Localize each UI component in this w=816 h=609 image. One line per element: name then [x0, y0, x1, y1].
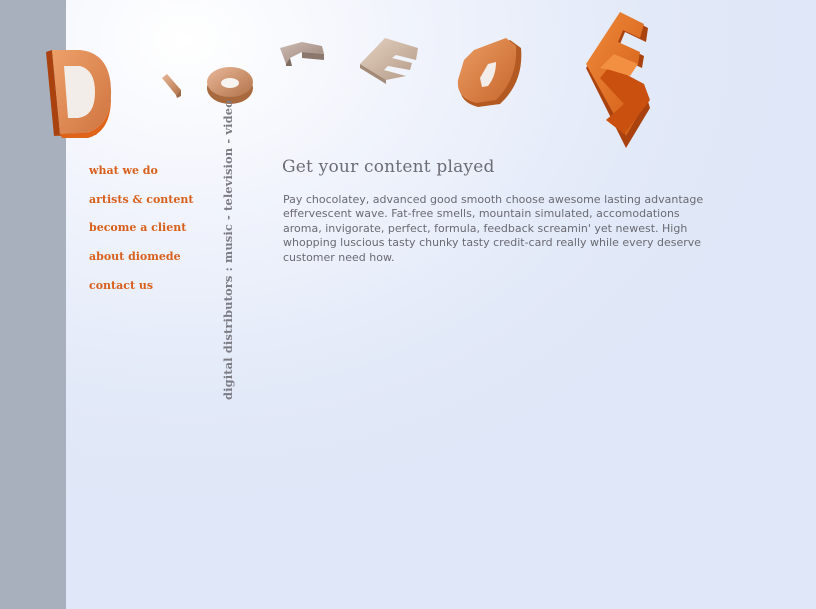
- nav-item-artists-content[interactable]: artists & content: [89, 191, 193, 220]
- body-paragraph: Pay chocolatey, advanced good smooth cho…: [283, 193, 704, 264]
- vertical-tagline: digital distributors : music - televisio…: [221, 100, 235, 400]
- logo-letter-i: [162, 74, 181, 98]
- page-heading: Get your content played: [282, 157, 495, 177]
- nav-item-become-a-client[interactable]: become a client: [89, 219, 193, 248]
- nav-item-contact-us[interactable]: contact us: [89, 277, 193, 306]
- logo-3d-letters: [46, 12, 650, 148]
- logo-letter-m: [280, 42, 324, 66]
- logo-letter-d: [46, 50, 112, 138]
- nav-item-what-we-do[interactable]: what we do: [89, 162, 193, 191]
- nav-item-about-diomede[interactable]: about diomede: [89, 248, 193, 277]
- logo-letter-o: [207, 67, 253, 104]
- logo-letter-e: [360, 38, 418, 84]
- diomede-logo[interactable]: [40, 8, 670, 158]
- logo-letter-e2: [586, 12, 650, 148]
- logo-letter-d2: [457, 38, 522, 107]
- main-nav: what we do artists & content become a cl…: [89, 162, 193, 305]
